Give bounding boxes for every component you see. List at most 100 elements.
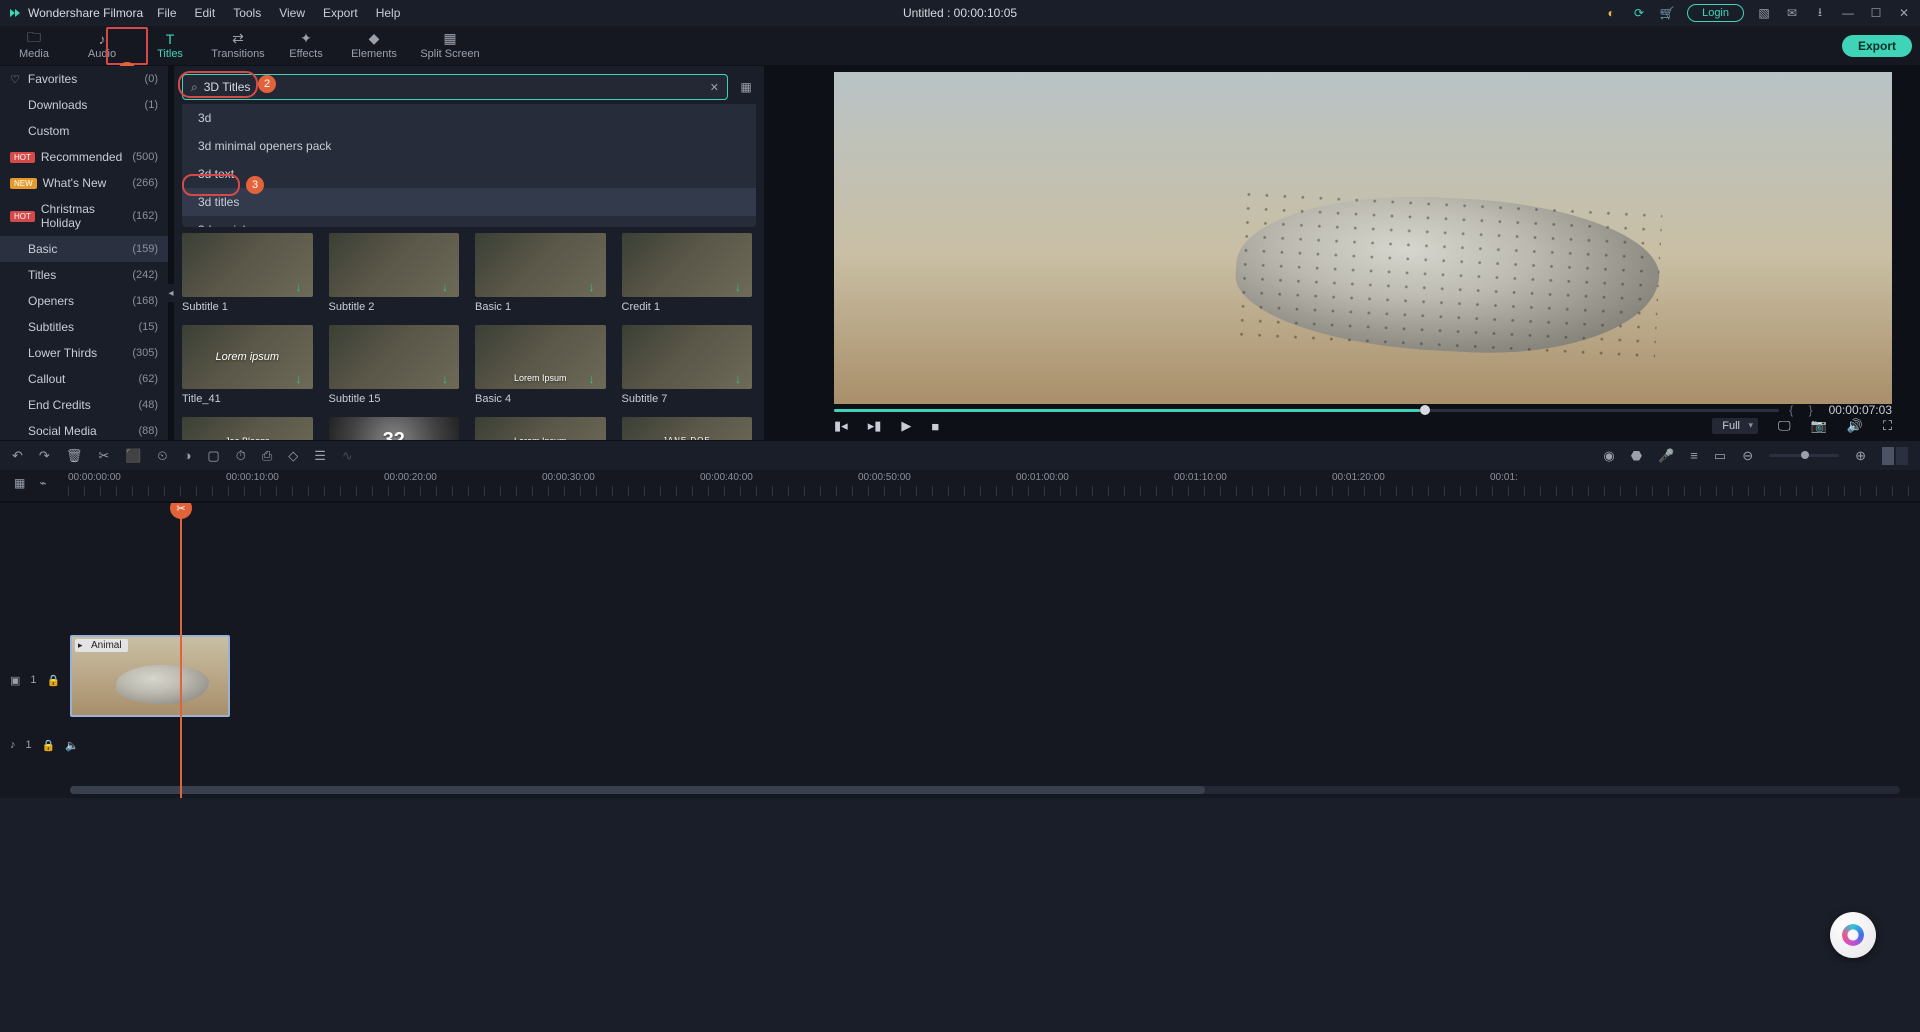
sidebar-item-recommended[interactable]: HOTRecommended(500)	[0, 144, 168, 170]
step-forward-icon[interactable]: ▸▮	[868, 418, 882, 434]
download-arrow-icon[interactable]: ↓	[442, 372, 456, 386]
menu-help[interactable]: Help	[376, 6, 401, 20]
title-thumb[interactable]: Lorem Ipsum↓Basic 4	[475, 325, 606, 405]
zoom-out-icon[interactable]: ⊖	[1742, 448, 1753, 464]
ruler-track[interactable]: 00:00:00:00 00:00:10:00 00:00:20:00 00:0…	[68, 470, 1920, 501]
search-input[interactable]	[204, 80, 710, 94]
sidebar-item-custom[interactable]: Custom	[0, 118, 168, 144]
title-thumb[interactable]: ↓Subtitle 1	[182, 233, 313, 313]
sidebar-item-callout[interactable]: Callout(62)	[0, 366, 168, 392]
keyframe-icon[interactable]: ◇	[288, 448, 298, 464]
download-arrow-icon[interactable]: ↓	[589, 280, 603, 294]
download-arrow-icon[interactable]: ↓	[589, 372, 603, 386]
menu-file[interactable]: File	[157, 6, 176, 20]
download-arrow-icon[interactable]: ↓	[735, 372, 749, 386]
window-minimize-icon[interactable]: —	[1840, 5, 1856, 21]
mixer-icon[interactable]: ≡	[1690, 448, 1698, 463]
cart-icon[interactable]: 🛒	[1659, 5, 1675, 21]
timeline-body[interactable]: ✂ ▣ 1 🔒 👁 ♪ 1 🔒 🔈 Animal	[0, 502, 1920, 798]
zoom-handle[interactable]	[1801, 451, 1809, 459]
suggestion-item[interactable]: 3d social	[182, 216, 756, 227]
sidebar-item-socialmedia[interactable]: Social Media(88)	[0, 418, 168, 440]
title-thumb[interactable]: 32↓	[329, 417, 460, 440]
title-thumb[interactable]: JANE DOE↓	[622, 417, 753, 440]
sidebar-item-endcredits[interactable]: End Credits(48)	[0, 392, 168, 418]
search-clear-icon[interactable]: ✕	[710, 81, 719, 94]
color-icon[interactable]: ◑	[184, 448, 192, 463]
lock-icon[interactable]: 🔒	[47, 674, 61, 687]
menu-tools[interactable]: Tools	[233, 6, 261, 20]
undo-icon[interactable]: ↶	[12, 448, 23, 464]
timeline-horizontal-scrollbar[interactable]	[70, 786, 1900, 794]
suggestion-item[interactable]: 3d	[182, 104, 756, 132]
fullscreen-icon[interactable]: ⛶	[1883, 418, 1892, 434]
title-thumb[interactable]: ↓Subtitle 15	[329, 325, 460, 405]
track-manager-icon[interactable]: ▦	[14, 476, 25, 490]
sidebar-item-whatsnew[interactable]: NEWWhat's New(266)	[0, 170, 168, 196]
progress-handle[interactable]	[1420, 405, 1430, 415]
menu-view[interactable]: View	[279, 6, 305, 20]
title-thumb[interactable]: ↓Subtitle 7	[622, 325, 753, 405]
title-thumb[interactable]: ↓Basic 1	[475, 233, 606, 313]
monitor-icon[interactable]: 🖵	[1778, 418, 1791, 434]
title-thumb[interactable]: Lorem ipsum↓Title_41	[182, 325, 313, 405]
playhead-cut-button[interactable]: ✂	[170, 502, 192, 519]
title-thumb[interactable]: Joe Bloggs↓	[182, 417, 313, 440]
thumbnail-grid[interactable]: ↓Subtitle 1 ↓Subtitle 2 ↓Basic 1 ↓Credit…	[182, 233, 756, 440]
grid-view-icon[interactable]: ▦	[736, 77, 756, 97]
menu-edit[interactable]: Edit	[195, 6, 216, 20]
sidebar-item-subtitles[interactable]: Subtitles(15)	[0, 314, 168, 340]
layout-icon[interactable]: ▭	[1714, 448, 1726, 464]
window-maximize-icon[interactable]: ☐	[1868, 5, 1884, 21]
stop-icon[interactable]: ■	[931, 419, 939, 434]
sidebar-item-basic[interactable]: Basic(159)	[0, 236, 168, 262]
zoom-slider[interactable]	[1769, 454, 1839, 457]
sidebar-item-lowerthirds[interactable]: Lower Thirds(305)	[0, 340, 168, 366]
brand-floating-button[interactable]	[1830, 912, 1876, 958]
tab-elements[interactable]: ◆Elements	[340, 26, 408, 65]
tab-splitscreen[interactable]: ▦Split Screen	[408, 26, 492, 65]
search-box[interactable]: ⌕ ✕	[182, 74, 728, 100]
notification-icon[interactable]: ✉	[1784, 5, 1800, 21]
lock-icon[interactable]: 🔒	[42, 739, 56, 752]
sidebar-item-downloads[interactable]: Downloads(1)	[0, 92, 168, 118]
preview-quality-select[interactable]: Full	[1712, 418, 1758, 434]
tab-titles[interactable]: TTitles	[136, 26, 204, 65]
zoom-in-icon[interactable]: ⊕	[1855, 448, 1866, 464]
snapshot-icon[interactable]: 📷	[1811, 418, 1827, 434]
crop-icon[interactable]: ⬛	[125, 448, 141, 464]
speed-icon[interactable]: ⏲	[157, 448, 167, 464]
title-thumb[interactable]: Lorem Ipsum↓	[475, 417, 606, 440]
mute-icon[interactable]: 🔈	[65, 739, 79, 752]
redo-icon[interactable]: ↷	[39, 448, 50, 464]
play-icon[interactable]: ▶	[901, 418, 911, 434]
progress-track[interactable]	[834, 409, 1779, 412]
download-arrow-icon[interactable]: ↓	[296, 372, 310, 386]
window-close-icon[interactable]: ✕	[1896, 5, 1912, 21]
sidebar-item-christmas[interactable]: HOTChristmas Holiday(162)	[0, 196, 168, 236]
download-arrow-icon[interactable]: ↓	[735, 280, 749, 294]
green-screen-icon[interactable]: ▢	[207, 448, 219, 464]
login-button[interactable]: Login	[1687, 4, 1744, 22]
timeline-view-toggle[interactable]	[1882, 447, 1908, 465]
suggestion-item[interactable]: 3d text	[182, 160, 756, 188]
refresh-icon[interactable]: ⟳	[1631, 5, 1647, 21]
freeze-icon[interactable]: ⎙	[262, 448, 272, 464]
tab-media[interactable]: 🗀Media	[0, 26, 68, 65]
menu-export[interactable]: Export	[323, 6, 358, 20]
mic-icon[interactable]: 🎤	[1658, 448, 1674, 464]
lightbulb-icon[interactable]: ◐	[1603, 5, 1619, 21]
download-icon[interactable]: ⭳	[1812, 5, 1828, 21]
magnet-icon[interactable]: ⌁	[39, 476, 46, 490]
tab-audio[interactable]: ♪Audio	[68, 26, 136, 65]
title-thumb[interactable]: ↓Subtitle 2	[329, 233, 460, 313]
preview-video[interactable]	[834, 72, 1892, 404]
scrollbar-thumb[interactable]	[70, 786, 1205, 794]
tab-transitions[interactable]: ⇄Transitions	[204, 26, 272, 65]
delete-icon[interactable]: 🗑	[66, 448, 83, 464]
volume-icon[interactable]: 🔊	[1847, 418, 1863, 434]
timeline-clip[interactable]: Animal	[70, 635, 230, 717]
marker-icon[interactable]: ⬣	[1631, 448, 1642, 464]
title-thumb[interactable]: ↓Credit 1	[622, 233, 753, 313]
render-icon[interactable]: ◉	[1603, 448, 1614, 464]
